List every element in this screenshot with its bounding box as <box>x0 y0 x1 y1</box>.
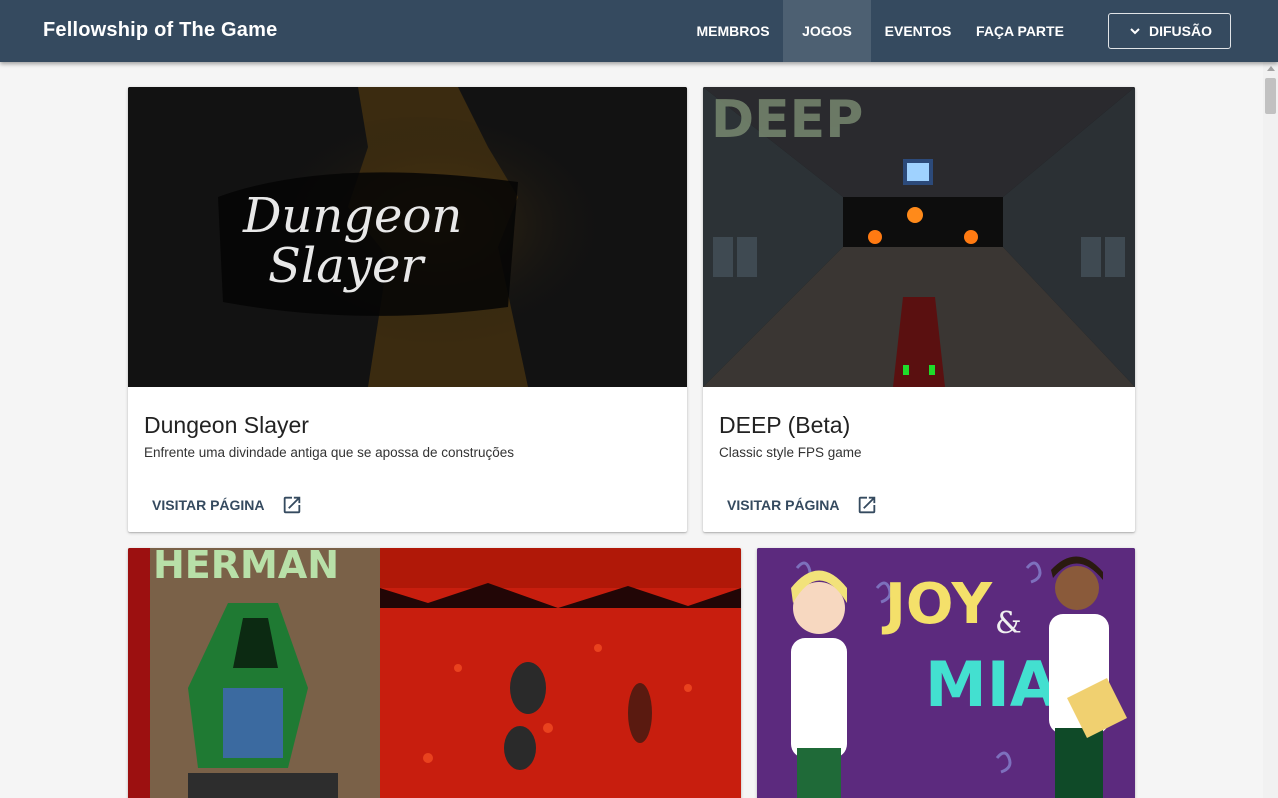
card-subtitle: Classic style FPS game <box>719 445 862 460</box>
deep-logo-text: DEEP <box>711 90 863 150</box>
game-image-dungeon-slayer: Dungeon Slayer <box>128 87 687 387</box>
app-bar: Fellowship of The Game MEMBROS JOGOS EVE… <box>0 0 1278 62</box>
game-card-deep: DEEP DEEP (Beta) Classic style FPS game … <box>703 87 1135 532</box>
game-card-herman: HERMAN <box>128 548 741 798</box>
visit-page-label: VISITAR PÁGINA <box>152 497 265 513</box>
game-image-herman: HERMAN <box>128 548 741 798</box>
open-in-new-icon <box>283 496 300 514</box>
nav-eventos[interactable]: EVENTOS <box>871 0 965 62</box>
card-subtitle: Enfrente uma divindade antiga que se apo… <box>144 445 514 460</box>
nav-faca-parte[interactable]: FAÇA PARTE <box>965 0 1075 62</box>
visit-page-button[interactable]: VISITAR PÁGINA <box>719 487 886 523</box>
nav-membros[interactable]: MEMBROS <box>683 0 783 62</box>
difusao-label: DIFUSÃO <box>1149 23 1212 39</box>
scrollbar[interactable] <box>1263 62 1278 798</box>
difusao-dropdown-button[interactable]: DIFUSÃO <box>1108 13 1231 49</box>
game-card-dungeon-slayer: Dungeon Slayer Dungeon Slayer Enfrente u… <box>128 87 687 532</box>
game-image-deep: DEEP <box>703 87 1135 387</box>
nav-jogos[interactable]: JOGOS <box>783 0 871 62</box>
app-title[interactable]: Fellowship of The Game <box>43 19 277 42</box>
mia-logo-text: MIA <box>925 648 1058 721</box>
visit-page-label: VISITAR PÁGINA <box>727 497 840 513</box>
card-title: Dungeon Slayer <box>144 412 309 438</box>
joy-logo-text: JOY <box>881 572 993 637</box>
game-card-joy-mia: JOY & MIA <box>757 548 1135 798</box>
visit-page-button[interactable]: VISITAR PÁGINA <box>144 487 311 523</box>
amp-logo-text: & <box>995 606 1022 641</box>
open-in-new-icon <box>858 496 875 514</box>
herman-logo-text: HERMAN <box>153 548 339 587</box>
dungeon-logo-line2: Slayer <box>268 238 426 294</box>
scrollbar-thumb[interactable] <box>1265 78 1276 114</box>
chevron-down-icon <box>1130 28 1140 35</box>
scroll-up-arrow-icon[interactable] <box>1267 66 1275 71</box>
card-title: DEEP (Beta) <box>719 412 851 438</box>
dungeon-logo-line1: Dungeon <box>242 188 462 244</box>
game-image-joy-mia: JOY & MIA <box>757 548 1135 798</box>
